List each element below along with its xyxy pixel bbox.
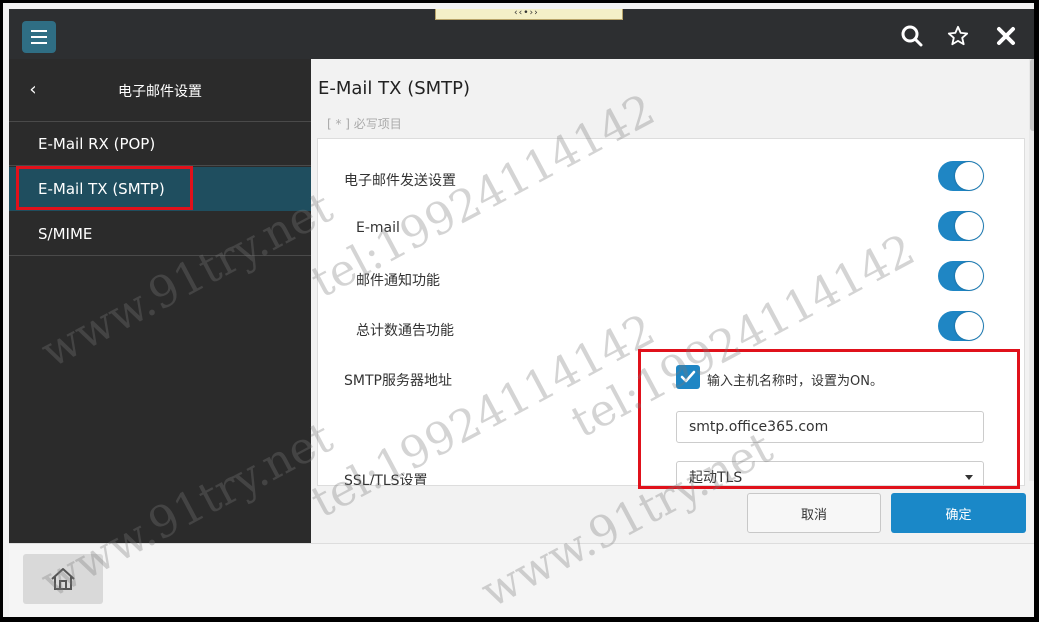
mail-notification-label: 邮件通知功能 — [356, 273, 440, 289]
page-title: E-Mail TX (SMTP) — [318, 78, 471, 99]
sidebar-header: ‹ 电子邮件设置 — [9, 59, 311, 122]
close-icon — [997, 27, 1015, 45]
sidebar-item-smime[interactable]: S/MIME — [9, 212, 311, 256]
email-label: E-mail — [356, 220, 400, 236]
home-button[interactable] — [23, 554, 103, 604]
search-button[interactable] — [897, 21, 927, 51]
scrollbar[interactable] — [1029, 59, 1034, 481]
required-note: [ * ] 必写项目 — [327, 117, 402, 131]
mail-notification-toggle[interactable] — [938, 261, 984, 291]
cancel-button[interactable]: 取消 — [747, 493, 881, 533]
star-icon — [947, 25, 969, 46]
email-send-setting-label: 电子邮件发送设置 — [344, 173, 456, 189]
sidebar-item-email-rx-pop[interactable]: E-Mail RX (POP) — [9, 122, 311, 166]
email-toggle[interactable] — [938, 211, 984, 241]
home-icon — [51, 568, 75, 590]
close-button[interactable] — [991, 21, 1021, 51]
highlight-box-sidebar — [16, 166, 193, 210]
bottom-bar — [9, 543, 1034, 617]
device-screen: ‹‹•›› ‹ 电子邮件设置 E-Mail RX (POP) E-Mail TX… — [3, 3, 1034, 617]
hamburger-icon — [31, 30, 47, 32]
search-icon — [901, 25, 923, 47]
sidebar-item-label: E-Mail RX (POP) — [38, 135, 156, 153]
menu-button[interactable] — [22, 21, 56, 53]
total-count-notice-label: 总计数通告功能 — [356, 323, 454, 339]
email-send-setting-toggle[interactable] — [938, 161, 984, 191]
smtp-server-label: SMTP服务器地址 — [344, 373, 452, 389]
sidebar: ‹ 电子邮件设置 E-Mail RX (POP) E-Mail TX (SMTP… — [9, 59, 311, 543]
scroll-thumb[interactable] — [1030, 59, 1034, 131]
top-toolbar: ‹‹•›› — [9, 8, 1034, 59]
total-count-notice-toggle[interactable] — [938, 311, 984, 341]
highlight-box-smtp — [638, 349, 1020, 489]
sidebar-title: 电子邮件设置 — [118, 84, 202, 100]
ssl-tls-label: SSL/TLS设置 — [344, 473, 428, 486]
favorite-button[interactable] — [943, 21, 973, 51]
handle-dots-icon: ‹‹•›› — [514, 8, 539, 18]
ok-button[interactable]: 确定 — [891, 493, 1026, 533]
sidebar-item-label: S/MIME — [38, 225, 93, 243]
